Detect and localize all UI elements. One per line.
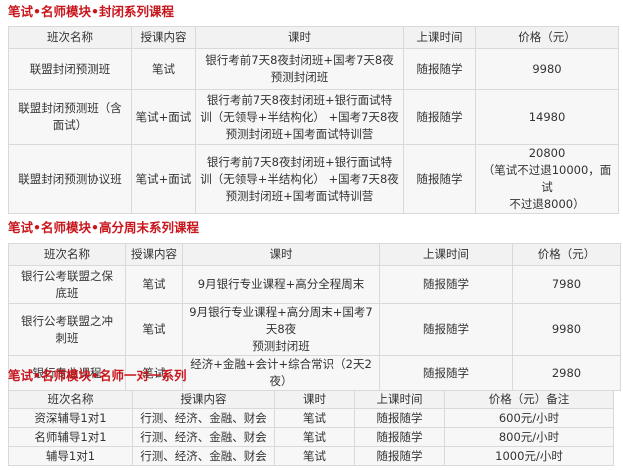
cell-class-name: 联盟封闭预测协议班 [8,144,132,214]
col-header-content: 授课内容 [131,26,196,49]
cell-time: 随报随学 [403,48,476,90]
cell-hours: 经济+金融+会计+综合常识（2天2夜） [182,355,380,391]
table-row: 联盟封闭预测班 笔试 银行考前7天8夜封闭班+国考7天8夜 预测封闭班 随报随学 … [8,48,619,90]
cell-hours: 银行考前7天8夜封闭班+银行面试特 训（无领导+半结构化） +国考7天8夜 预测封闭… [195,89,404,145]
cell-class-name: 辅导1对1 [8,446,133,466]
cell-hours: 银行考前7天8夜封闭班+银行面试特 训（无领导+半结构化） +国考7天8夜 预测封闭… [195,144,404,214]
table-row: 名师辅导1对1 行测、经济、金融、财会 笔试 随报随学 800元/小时 [8,427,614,447]
cell-time: 随报随学 [403,144,476,214]
cell-content: 笔试+面试 [131,144,196,214]
cell-hours: 9月银行专业课程+高分周末+国考7天8夜 预测封闭班 [182,303,380,356]
table-row: 资深辅导1对1 行测、经济、金融、财会 笔试 随报随学 600元/小时 [8,408,614,428]
col-header-name: 班次名称 [8,26,132,49]
col-header-name: 班次名称 [8,390,133,409]
table-row: 银行公考联盟之冲 刺班 笔试 9月银行专业课程+高分周末+国考7天8夜 预测封闭班 … [8,303,621,356]
cell-class-name: 银行公考联盟之冲 刺班 [8,303,126,356]
section-1-title: 笔试•名师模块•封闭系列课程 [8,4,174,19]
col-header-content: 授课内容 [125,243,183,266]
cell-content: 行测、经济、金融、财会 [132,446,275,466]
col-header-price: 价格（元） [475,26,619,49]
table-header-row: 班次名称 授课内容 课时 上课时间 价格（元） [8,243,621,266]
cell-content: 行测、经济、金融、财会 [132,408,275,428]
col-header-time: 上课时间 [379,243,513,266]
section-1-table: 班次名称 授课内容 课时 上课时间 价格（元） 联盟封闭预测班 笔试 银行考前7… [8,26,619,214]
table-row: 银行公考联盟之保 底班 笔试 9月银行专业课程+高分全程周末 随报随学 7980 [8,265,621,304]
col-header-name: 班次名称 [8,243,126,266]
cell-class-name: 名师辅导1对1 [8,427,133,447]
cell-hours: 笔试 [274,408,355,428]
cell-time: 随报随学 [354,408,445,428]
col-header-hours: 课时 [182,243,380,266]
table-row: 联盟封闭预测协议班 笔试+面试 银行考前7天8夜封闭班+银行面试特 训（无领导+半… [8,144,619,214]
cell-hours: 笔试 [274,427,355,447]
cell-class-name: 联盟封闭预测班（含 面试） [8,89,132,145]
cell-time: 随报随学 [379,355,513,391]
table-row: 辅导1对1 行测、经济、金融、财会 笔试 随报随学 1000元/小时 [8,446,614,466]
col-header-time: 上课时间 [403,26,476,49]
section-3-title: 笔试•名师模块•名师一对一系列 [8,368,187,383]
cell-hours: 银行考前7天8夜封闭班+国考7天8夜 预测封闭班 [195,48,404,90]
col-header-price: 价格（元）备注 [444,390,614,409]
cell-class-name: 资深辅导1对1 [8,408,133,428]
cell-content: 笔试 [131,48,196,90]
cell-price: 9980 [475,48,619,90]
cell-price: 800元/小时 [444,427,614,447]
cell-time: 随报随学 [379,265,513,304]
cell-price: 20800 （笔试不过退10000，面试 不过退8000） [475,144,619,214]
col-header-price: 价格（元） [512,243,621,266]
col-header-time: 上课时间 [354,390,445,409]
col-header-hours: 课时 [274,390,355,409]
cell-time: 随报随学 [354,446,445,466]
cell-price: 1000元/小时 [444,446,614,466]
col-header-content: 授课内容 [132,390,275,409]
cell-hours: 9月银行专业课程+高分全程周末 [182,265,380,304]
cell-price: 9980 [512,303,621,356]
col-header-hours: 课时 [195,26,404,49]
table-header-row: 班次名称 授课内容 课时 上课时间 价格（元）备注 [8,390,614,409]
cell-time: 随报随学 [379,303,513,356]
cell-price: 600元/小时 [444,408,614,428]
cell-time: 随报随学 [403,89,476,145]
cell-hours: 笔试 [274,446,355,466]
section-3-table: 班次名称 授课内容 课时 上课时间 价格（元）备注 资深辅导1对1 行测、经济、… [8,390,614,466]
cell-time: 随报随学 [354,427,445,447]
cell-content: 行测、经济、金融、财会 [132,427,275,447]
cell-class-name: 联盟封闭预测班 [8,48,132,90]
cell-price: 2980 [512,355,621,391]
cell-class-name: 银行公考联盟之保 底班 [8,265,126,304]
cell-content: 笔试+面试 [131,89,196,145]
cell-content: 笔试 [125,303,183,356]
cell-price: 7980 [512,265,621,304]
cell-content: 笔试 [125,265,183,304]
table-header-row: 班次名称 授课内容 课时 上课时间 价格（元） [8,26,619,49]
cell-price: 14980 [475,89,619,145]
table-row: 联盟封闭预测班（含 面试） 笔试+面试 银行考前7天8夜封闭班+银行面试特 训（无领… [8,89,619,145]
section-2-title: 笔试•名师模块•高分周末系列课程 [8,220,199,235]
